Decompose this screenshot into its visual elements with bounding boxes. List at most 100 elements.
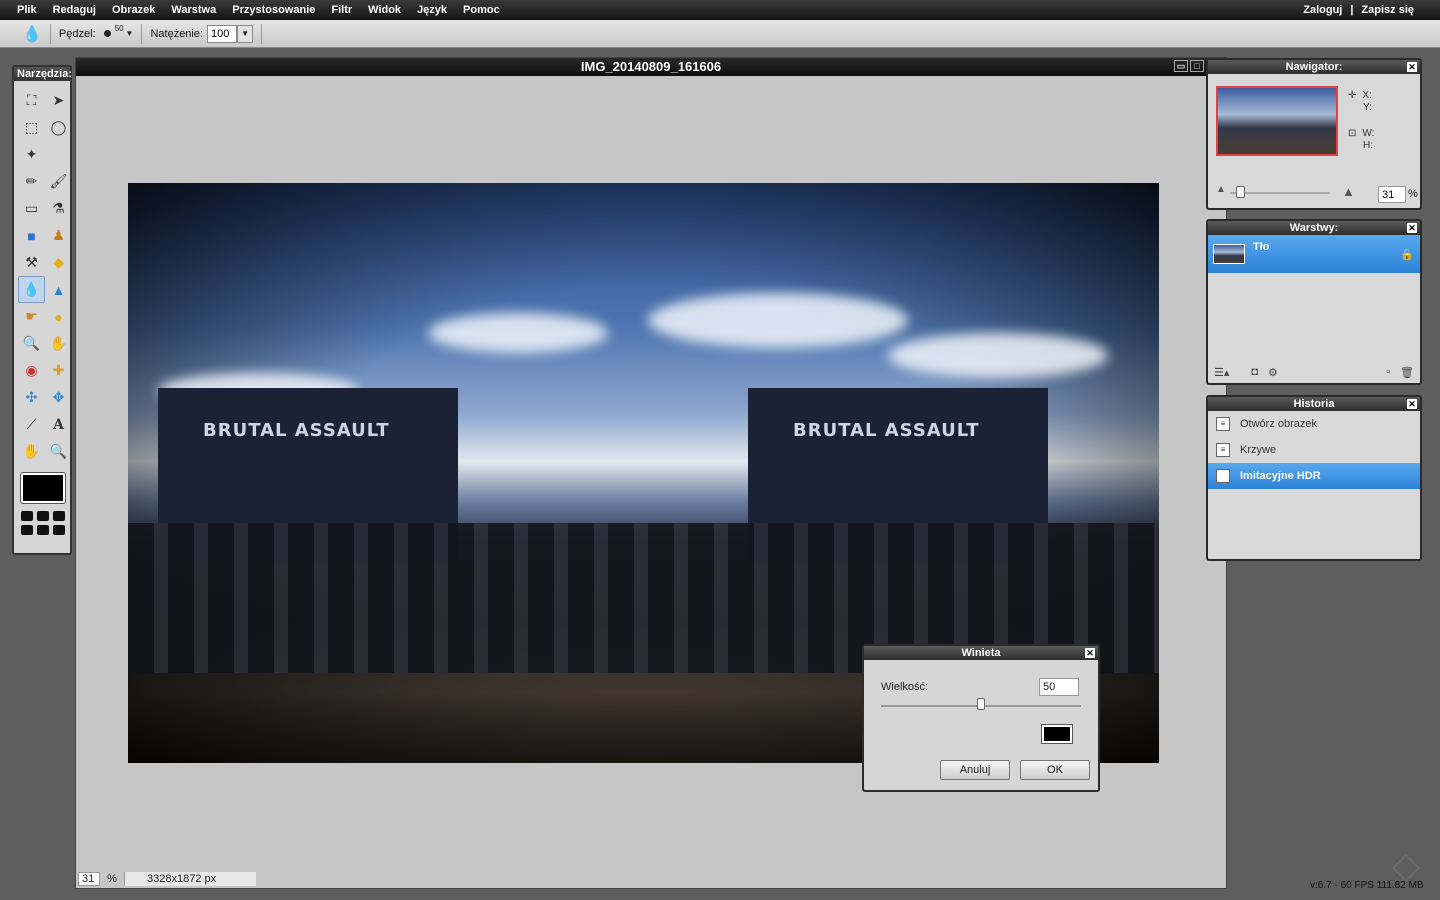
red-eye-icon[interactable]: ◉ <box>18 357 45 384</box>
layers-title: Warstwy: <box>1289 222 1339 234</box>
marquee-icon[interactable]: ⬚ <box>18 114 45 141</box>
layers-panel: Warstwy: ✕ Tło 🔒 ☰▴ ◘ ⚙ ▫ 🗑 <box>1206 219 1422 385</box>
zoom-out-icon[interactable]: ▲ <box>1216 184 1226 195</box>
size-label: Wielkość: <box>881 681 929 693</box>
size-slider-thumb[interactable] <box>977 698 985 710</box>
spot-heal-icon[interactable]: ✚ <box>45 357 72 384</box>
navigator-titlebar[interactable]: Nawigator: ✕ <box>1208 60 1420 74</box>
hand-icon[interactable]: ✋ <box>18 438 45 465</box>
preset-square[interactable] <box>21 511 33 521</box>
text-icon[interactable]: A <box>45 411 72 438</box>
history-panel: Historia ✕ ≡ Otwórz obrazek ≡ Krzywe ≡ I… <box>1206 395 1422 561</box>
preset-square[interactable] <box>37 511 49 521</box>
layer-style-icon[interactable]: ⚙ <box>1268 366 1278 379</box>
menu-pomoc[interactable]: Pomoc <box>455 0 508 20</box>
brush-dropdown-icon[interactable]: ▼ <box>126 29 134 38</box>
eyedropper-icon[interactable]: ⟋ <box>18 411 45 438</box>
trash-icon[interactable]: 🗑 <box>1400 366 1414 379</box>
close-icon[interactable]: ✕ <box>1407 399 1417 409</box>
layer-mask-icon[interactable]: ◘ <box>1251 366 1258 379</box>
status-zoom-value[interactable]: 31 <box>78 871 100 886</box>
new-layer-icon[interactable]: ▫ <box>1386 366 1390 379</box>
zoom-slider-track[interactable] <box>1230 192 1330 194</box>
brush-label: Pędzel: <box>58 27 96 40</box>
dialog-titlebar[interactable]: Winieta ✕ <box>864 646 1098 660</box>
history-item-selected[interactable]: ≡ Imitacyjne HDR <box>1208 463 1420 489</box>
color-picker-icon[interactable]: ⚒ <box>18 249 45 276</box>
stamp-icon[interactable]: ♟ <box>45 222 72 249</box>
sharpen-icon[interactable]: ▲ <box>45 276 72 303</box>
status-zoom-unit: % <box>107 872 117 885</box>
crop-icon[interactable]: ⛶ <box>18 87 45 114</box>
layer-row[interactable]: Tło 🔒 <box>1208 235 1420 273</box>
zoom-dark-icon[interactable]: 🔍 <box>18 330 45 357</box>
preset-square[interactable] <box>37 525 49 535</box>
navigator-zoom-input[interactable] <box>1378 186 1406 203</box>
image-window-titlebar[interactable]: IMG_20140809_161606 ▭ □ ✕ <box>76 58 1226 76</box>
preset-square[interactable] <box>53 511 65 521</box>
close-icon[interactable]: ✕ <box>1407 223 1417 233</box>
lock-icon[interactable]: 🔒 <box>1400 248 1414 261</box>
h-label: H: <box>1363 140 1373 151</box>
preset-square[interactable] <box>21 525 33 535</box>
zoom-icon[interactable]: 🔍 <box>45 438 72 465</box>
app-logo-icon <box>1391 853 1421 883</box>
minimize-icon[interactable]: ▭ <box>1174 60 1188 72</box>
menu-przystosowanie[interactable]: Przystosowanie <box>224 0 323 20</box>
history-titlebar[interactable]: Historia ✕ <box>1208 397 1420 411</box>
burn-icon[interactable]: ✋ <box>45 330 72 357</box>
history-item[interactable]: ≡ Otwórz obrazek <box>1208 411 1420 437</box>
smudge-icon[interactable]: ☛ <box>18 303 45 330</box>
bloat-icon[interactable]: ✣ <box>18 384 45 411</box>
menu-redaguj[interactable]: Redaguj <box>45 0 104 20</box>
lasso-icon[interactable]: ◯ <box>45 114 72 141</box>
menu-plik[interactable]: Plik <box>0 0 45 20</box>
menu-filtr[interactable]: Filtr <box>323 0 360 20</box>
layer-options-icon[interactable]: ☰▴ <box>1214 366 1229 379</box>
color-presets[interactable] <box>21 511 70 535</box>
eraser-icon[interactable]: ▭ <box>18 195 45 222</box>
cloud-shape <box>648 293 908 348</box>
vignette-dialog: Winieta ✕ Wielkość: 50 Anuluj OK <box>862 644 1100 792</box>
move-icon[interactable]: ➤ <box>45 87 72 114</box>
wand-icon[interactable]: ✦ <box>18 141 45 168</box>
layer-name: Tło <box>1253 241 1270 253</box>
zoom-in-icon[interactable]: ▲ <box>1342 184 1355 199</box>
brush-preview-icon[interactable] <box>103 30 111 37</box>
menu-widok[interactable]: Widok <box>360 0 409 20</box>
vignette-color-swatch[interactable] <box>1041 724 1073 744</box>
drop-blur-icon[interactable]: 💧 <box>18 276 45 303</box>
cancel-button[interactable]: Anuluj <box>940 760 1010 780</box>
strength-input[interactable] <box>207 24 238 43</box>
brush-icon[interactable]: 🖌 <box>45 168 72 195</box>
zoom-slider-thumb[interactable] <box>1236 186 1245 198</box>
preset-square[interactable] <box>53 525 65 535</box>
pencil-icon[interactable]: ✏ <box>18 168 45 195</box>
menu-jezyk[interactable]: Język <box>409 0 455 20</box>
navigator-thumbnail[interactable] <box>1216 86 1338 156</box>
strength-label: Natężenie: <box>150 27 204 40</box>
history-step-icon: ≡ <box>1216 443 1230 457</box>
pinch-icon[interactable]: ✥ <box>45 384 72 411</box>
signup-link[interactable]: Zapisz się <box>1357 0 1418 20</box>
cloud-shape <box>888 333 1108 378</box>
close-icon[interactable]: ✕ <box>1407 62 1417 72</box>
maximize-icon[interactable]: □ <box>1190 60 1204 72</box>
layer-thumbnail <box>1213 244 1245 264</box>
gradient-icon[interactable]: ■ <box>18 222 45 249</box>
strength-dropdown-icon[interactable]: ▼ <box>237 24 254 43</box>
layers-titlebar[interactable]: Warstwy: ✕ <box>1208 221 1420 235</box>
size-input[interactable]: 50 <box>1039 678 1079 696</box>
sponge-icon[interactable]: ● <box>45 303 72 330</box>
foreground-color-swatch[interactable] <box>20 472 66 504</box>
login-link[interactable]: Zaloguj <box>1299 0 1346 20</box>
brush-size[interactable]: 50 <box>115 24 124 33</box>
ok-button[interactable]: OK <box>1020 760 1090 780</box>
shape-icon[interactable]: ◆ <box>45 249 72 276</box>
menu-warstwa[interactable]: Warstwa <box>163 0 224 20</box>
crosshair-icon: ✛ <box>1348 90 1357 101</box>
replace-color-icon[interactable]: ⚗ <box>45 195 72 222</box>
menu-obrazek[interactable]: Obrazek <box>104 0 163 20</box>
close-icon[interactable]: ✕ <box>1085 648 1095 658</box>
history-item[interactable]: ≡ Krzywe <box>1208 437 1420 463</box>
